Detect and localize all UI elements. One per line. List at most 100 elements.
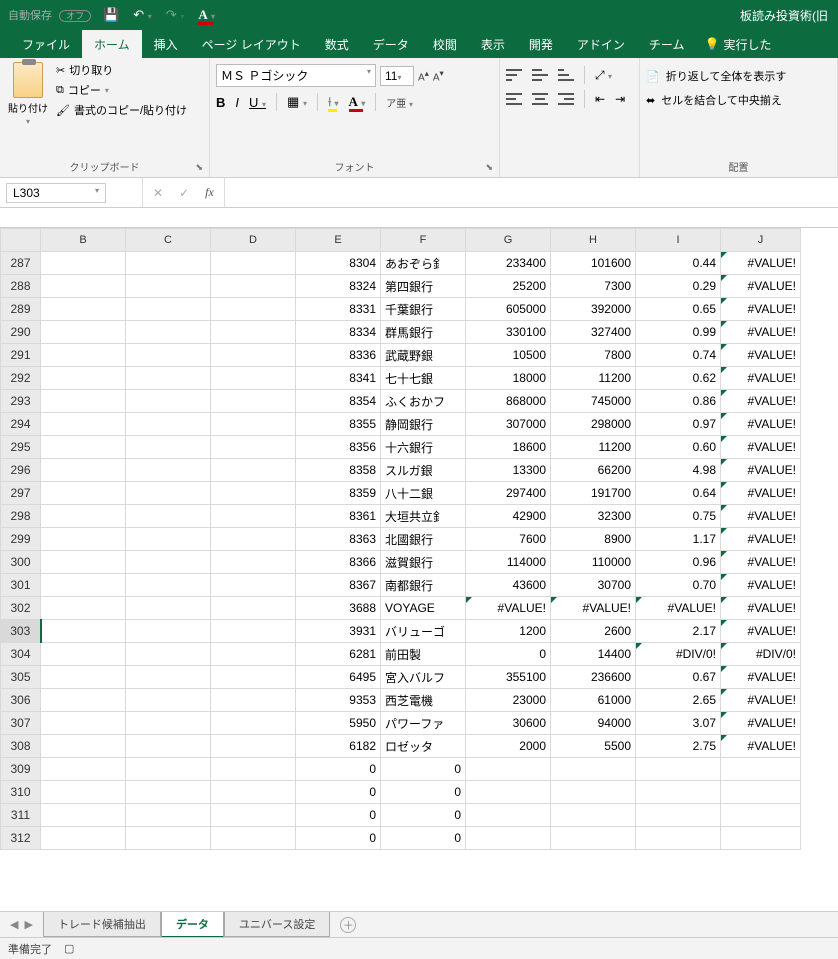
cell-F307[interactable]: パワーファ <box>381 712 466 735</box>
tab-formulas[interactable]: 数式 <box>313 30 361 59</box>
align-bottom-button[interactable] <box>558 69 574 81</box>
row-header-301[interactable]: 301 <box>1 574 41 597</box>
italic-button[interactable]: I <box>235 95 239 110</box>
tab-review[interactable]: 校閲 <box>421 30 469 59</box>
cell-B305[interactable] <box>41 666 126 689</box>
bold-button[interactable]: B <box>216 95 225 110</box>
cell-B300[interactable] <box>41 551 126 574</box>
cell-D290[interactable] <box>211 321 296 344</box>
cell-F296[interactable]: スルガ銀 <box>381 459 466 482</box>
cell-F295[interactable]: 十六銀行 <box>381 436 466 459</box>
cell-F302[interactable]: VOYAGE <box>381 597 466 620</box>
cell-D302[interactable] <box>211 597 296 620</box>
fx-icon[interactable]: fx <box>205 185 214 200</box>
cell-G309[interactable] <box>466 758 551 781</box>
cell-H293[interactable]: 745000 <box>551 390 636 413</box>
tab-file[interactable]: ファイル <box>10 30 82 59</box>
cell-B293[interactable] <box>41 390 126 413</box>
cell-E309[interactable]: 0 <box>296 758 381 781</box>
cell-H292[interactable]: 11200 <box>551 367 636 390</box>
cell-J300[interactable]: #VALUE! <box>721 551 801 574</box>
cell-C312[interactable] <box>126 827 211 850</box>
cell-H289[interactable]: 392000 <box>551 298 636 321</box>
cell-G300[interactable]: 114000 <box>466 551 551 574</box>
cell-H306[interactable]: 61000 <box>551 689 636 712</box>
cell-H295[interactable]: 11200 <box>551 436 636 459</box>
cell-G288[interactable]: 25200 <box>466 275 551 298</box>
cell-D310[interactable] <box>211 781 296 804</box>
cell-F300[interactable]: 滋賀銀行 <box>381 551 466 574</box>
cell-E303[interactable]: 3931 <box>296 620 381 643</box>
cell-D304[interactable] <box>211 643 296 666</box>
cell-D307[interactable] <box>211 712 296 735</box>
align-right-button[interactable] <box>558 93 574 105</box>
cell-I298[interactable]: 0.75 <box>636 505 721 528</box>
cell-I301[interactable]: 0.70 <box>636 574 721 597</box>
cell-E297[interactable]: 8359 <box>296 482 381 505</box>
cell-E306[interactable]: 9353 <box>296 689 381 712</box>
align-left-button[interactable] <box>506 93 522 105</box>
cell-B306[interactable] <box>41 689 126 712</box>
cell-H307[interactable]: 94000 <box>551 712 636 735</box>
font-color-qat-icon[interactable]: A ▾ <box>198 7 215 23</box>
cell-I303[interactable]: 2.17 <box>636 620 721 643</box>
cell-J299[interactable]: #VALUE! <box>721 528 801 551</box>
cell-C288[interactable] <box>126 275 211 298</box>
cell-I300[interactable]: 0.96 <box>636 551 721 574</box>
cell-G297[interactable]: 297400 <box>466 482 551 505</box>
cell-D292[interactable] <box>211 367 296 390</box>
cell-J289[interactable]: #VALUE! <box>721 298 801 321</box>
font-name-combo[interactable]: ＭＳ Ｐゴシック ▾ <box>216 64 376 87</box>
cell-D291[interactable] <box>211 344 296 367</box>
cell-E311[interactable]: 0 <box>296 804 381 827</box>
align-top-button[interactable] <box>506 69 522 81</box>
cell-F299[interactable]: 北國銀行 <box>381 528 466 551</box>
cell-H302[interactable]: #VALUE! <box>551 597 636 620</box>
cell-H299[interactable]: 8900 <box>551 528 636 551</box>
cell-E288[interactable]: 8324 <box>296 275 381 298</box>
cell-G302[interactable]: #VALUE! <box>466 597 551 620</box>
cell-G311[interactable] <box>466 804 551 827</box>
cell-J294[interactable]: #VALUE! <box>721 413 801 436</box>
cell-I295[interactable]: 0.60 <box>636 436 721 459</box>
cell-H309[interactable] <box>551 758 636 781</box>
cell-G291[interactable]: 10500 <box>466 344 551 367</box>
cell-E289[interactable]: 8331 <box>296 298 381 321</box>
col-header-I[interactable]: I <box>636 229 721 252</box>
cell-C291[interactable] <box>126 344 211 367</box>
sheet-tab-universe[interactable]: ユニバース設定 <box>224 912 330 937</box>
cell-D296[interactable] <box>211 459 296 482</box>
cell-E308[interactable]: 6182 <box>296 735 381 758</box>
cell-B299[interactable] <box>41 528 126 551</box>
cell-D295[interactable] <box>211 436 296 459</box>
cell-G298[interactable]: 42900 <box>466 505 551 528</box>
sheet-nav-prev[interactable]: ◀ <box>10 918 18 931</box>
underline-button[interactable]: U ▾ <box>249 95 266 110</box>
cell-H311[interactable] <box>551 804 636 827</box>
cell-C311[interactable] <box>126 804 211 827</box>
cell-E305[interactable]: 6495 <box>296 666 381 689</box>
cell-B304[interactable] <box>41 643 126 666</box>
row-header-304[interactable]: 304 <box>1 643 41 666</box>
cell-H287[interactable]: 101600 <box>551 252 636 275</box>
cell-E307[interactable]: 5950 <box>296 712 381 735</box>
increase-indent-button[interactable]: ⇥ <box>615 92 625 106</box>
col-header-D[interactable]: D <box>211 229 296 252</box>
cell-F297[interactable]: 八十二銀 <box>381 482 466 505</box>
sheet-tab-data[interactable]: データ <box>161 912 224 938</box>
cell-E296[interactable]: 8358 <box>296 459 381 482</box>
cell-G301[interactable]: 43600 <box>466 574 551 597</box>
cell-B288[interactable] <box>41 275 126 298</box>
redo-icon[interactable]: ↷ ▾ <box>166 7 185 23</box>
cell-J307[interactable]: #VALUE! <box>721 712 801 735</box>
font-dialog-launcher[interactable]: ⬊ <box>485 162 493 173</box>
cell-E300[interactable]: 8366 <box>296 551 381 574</box>
cell-B294[interactable] <box>41 413 126 436</box>
cell-J302[interactable]: #VALUE! <box>721 597 801 620</box>
wrap-text-button[interactable]: 📄折り返して全体を表示す <box>646 68 786 84</box>
cell-E290[interactable]: 8334 <box>296 321 381 344</box>
name-box[interactable]: L303 ▾ <box>6 183 106 203</box>
add-sheet-button[interactable]: ＋ <box>340 917 356 933</box>
undo-icon[interactable]: ↶ ▾ <box>133 7 152 23</box>
cell-B312[interactable] <box>41 827 126 850</box>
